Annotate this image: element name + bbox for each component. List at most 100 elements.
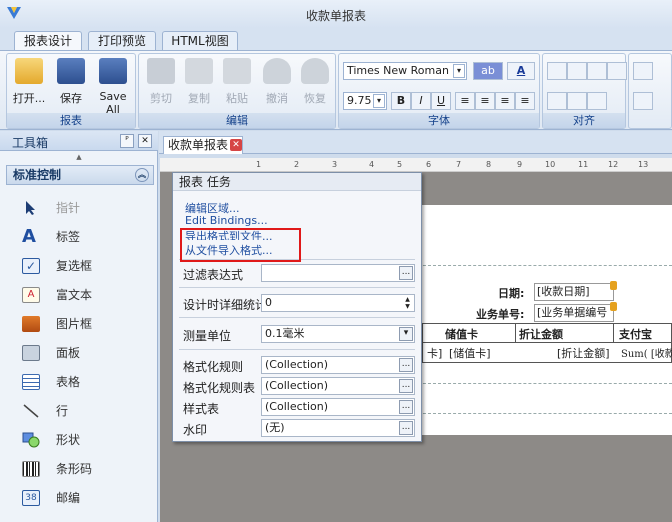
col-discount: 折让金额 (519, 328, 563, 341)
edit-bindings-link[interactable]: Edit Bindings... (185, 214, 268, 227)
tool-zipcode[interactable]: 38 邮编 (22, 487, 152, 509)
align-center-icon[interactable]: ≡ (475, 92, 495, 110)
font-name-combo[interactable]: Times New Roman ▾ (343, 62, 467, 80)
align-centers-icon[interactable] (567, 62, 587, 80)
folder-open-icon (15, 58, 43, 84)
col-divider (613, 324, 614, 342)
tab-report-design[interactable]: 报表设计 (14, 31, 82, 50)
ellipsis-button[interactable]: ... (399, 266, 413, 280)
align-bottoms-icon[interactable] (587, 92, 607, 110)
size-to-grid-icon[interactable] (633, 62, 653, 80)
tool-label[interactable]: A 标签 (22, 226, 152, 248)
chevron-down-icon[interactable]: ▾ (399, 327, 413, 341)
redo-button[interactable]: 恢复 (295, 58, 335, 110)
tasks-header: 报表 任务 (173, 173, 421, 191)
tool-line[interactable]: 行 (22, 400, 152, 422)
close-tab-icon[interactable]: ✕ (230, 139, 242, 151)
cut-button[interactable]: 剪切 (141, 58, 181, 110)
table-detail-row[interactable]: 卡] [储值卡] [折让金额] Sum( [收款 (422, 343, 672, 363)
save-disk-icon (57, 58, 85, 84)
zipcode-icon: 38 (22, 490, 40, 506)
formatting-rules-field[interactable]: (Collection) ... (261, 356, 415, 374)
bold-button[interactable]: B (391, 92, 411, 110)
tab-html-view[interactable]: HTML视图 (162, 31, 238, 50)
toolbox-header: 工具箱 ᴾ ✕ (0, 131, 158, 151)
tasks-separator (179, 317, 415, 318)
report-tasks-panel: 报表 任务 编辑区域... Edit Bindings... 导出格式到文件..… (172, 172, 422, 442)
underline-button[interactable]: U (431, 92, 451, 110)
chevron-down-icon: ▾ (453, 64, 465, 78)
horizontal-ruler: 1 2 3 4 5 6 7 8 9 10 11 12 13 (160, 158, 672, 172)
design-stats-spinner[interactable]: 0 ▲ ▼ (261, 294, 415, 312)
italic-button[interactable]: I (411, 92, 431, 110)
ellipsis-button[interactable]: ... (399, 358, 413, 372)
tool-pointer[interactable]: 指针 (22, 197, 152, 219)
align-right-icon[interactable]: ≡ (495, 92, 515, 110)
open-button[interactable]: 打开... (9, 58, 49, 110)
picture-icon (22, 316, 40, 332)
tool-barcode[interactable]: 条形码 (22, 458, 152, 480)
filter-expression-field[interactable]: ... (261, 264, 415, 282)
redo-arrow-icon (301, 58, 329, 84)
highlight-color-button[interactable]: ab (473, 62, 503, 80)
document-tab[interactable]: 收款单报表 ✕ (163, 136, 243, 154)
col-stored-card: 储值卡 (445, 328, 478, 341)
date-field[interactable]: [收款日期] (534, 283, 614, 301)
tool-picture-box[interactable]: 图片框 (22, 313, 152, 335)
close-icon[interactable]: ✕ (138, 134, 152, 148)
ellipsis-button[interactable]: ... (399, 400, 413, 414)
tool-panel[interactable]: 面板 (22, 342, 152, 364)
field-handle-icon (610, 281, 617, 290)
design-stats-row: 设计时详细统计 0 ▲ ▼ (173, 293, 421, 314)
tool-checkbox[interactable]: ✓ 复选框 (22, 255, 152, 277)
group-label-report: 报表 (7, 113, 135, 128)
table-header-row[interactable]: 储值卡 折让金额 支付宝 (422, 323, 672, 343)
toolbox-scroll-up[interactable]: ▲ (0, 153, 158, 161)
tab-print-preview[interactable]: 打印预览 (88, 31, 156, 50)
formatting-rule-sheet-field[interactable]: (Collection) ... (261, 377, 415, 395)
align-grid-icon[interactable] (607, 62, 627, 80)
ellipsis-button[interactable]: ... (399, 379, 413, 393)
tool-table[interactable]: 表格 (22, 371, 152, 393)
date-label[interactable]: 日期: (498, 285, 524, 301)
measure-unit-row: 测量单位 0.1毫米 ▾ (173, 324, 421, 345)
pin-icon[interactable]: ᴾ (120, 134, 134, 148)
toolbox-category[interactable]: 标准控制 ︽ (6, 165, 154, 185)
undo-button[interactable]: 撤消 (257, 58, 297, 110)
style-sheet-field[interactable]: (Collection) ... (261, 398, 415, 416)
measure-unit-select[interactable]: 0.1毫米 ▾ (261, 325, 415, 343)
font-color-button[interactable]: A (507, 62, 535, 80)
copy-button[interactable]: 复制 (179, 58, 219, 110)
style-sheet-row: 样式表 (Collection) ... (173, 397, 421, 418)
align-lefts-icon[interactable] (547, 62, 567, 80)
font-size-combo[interactable]: 9.75 ▾ (343, 92, 387, 110)
make-same-size-icon[interactable] (633, 92, 653, 110)
rich-text-icon: A (22, 287, 40, 303)
shape-icon (22, 432, 40, 448)
align-tops-icon[interactable] (547, 92, 567, 110)
tool-shape[interactable]: 形状 (22, 429, 152, 451)
paste-button[interactable]: 粘贴 (217, 58, 257, 110)
bizno-field[interactable]: [业务单据编号 (534, 304, 614, 322)
field-handle-icon (610, 302, 617, 311)
highlight-box (180, 228, 301, 262)
filter-expression-row: 过滤表达式 ... (173, 263, 421, 284)
toolbox-title: 工具箱 (12, 136, 49, 150)
group-layout (628, 53, 672, 129)
align-rights-icon[interactable] (587, 62, 607, 80)
tasks-separator (179, 287, 415, 288)
barcode-icon (22, 461, 40, 477)
watermark-field[interactable]: (无) ... (261, 419, 415, 437)
align-middles-icon[interactable] (567, 92, 587, 110)
watermark-row: 水印 (无) ... (173, 418, 421, 439)
align-left-icon[interactable]: ≡ (455, 92, 475, 110)
bizno-label[interactable]: 业务单号: (476, 306, 524, 322)
save-button[interactable]: 保存 (51, 58, 91, 110)
spinner-arrows-icon[interactable]: ▲ ▼ (402, 296, 413, 310)
formatting-rules-row: 格式化规则 (Collection) ... (173, 355, 421, 376)
undo-arrow-icon (263, 58, 291, 84)
tool-rich-text[interactable]: A 富文本 (22, 284, 152, 306)
align-justify-icon[interactable]: ≡ (515, 92, 535, 110)
save-all-button[interactable]: Save All (91, 58, 135, 116)
ellipsis-button[interactable]: ... (399, 421, 413, 435)
